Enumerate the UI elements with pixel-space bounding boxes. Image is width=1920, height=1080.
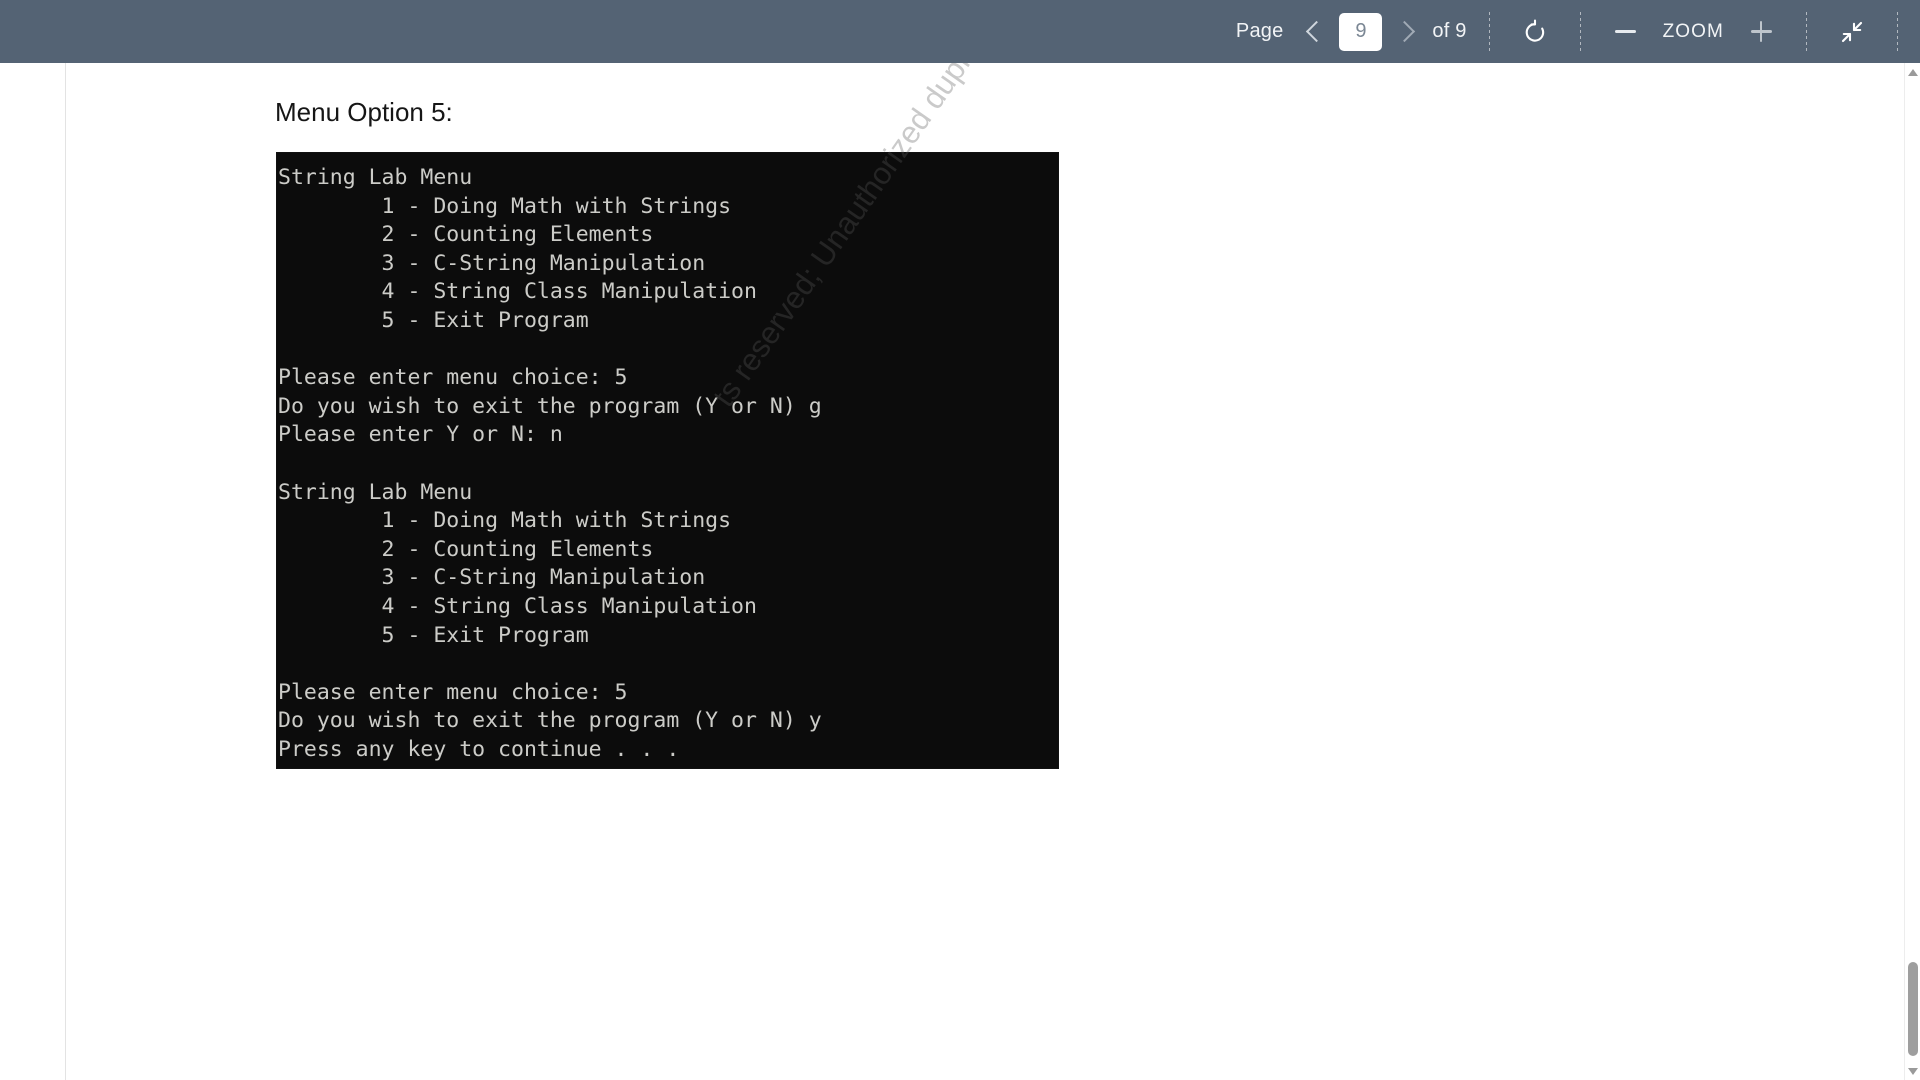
chevron-right-icon: [1394, 20, 1416, 43]
toolbar-divider: [1579, 11, 1581, 52]
terminal-line: 2 - Counting Elements: [278, 536, 654, 562]
terminal-line: 2 - Counting Elements: [278, 222, 654, 248]
terminal-line: 5 - Exit Program: [278, 307, 589, 333]
plus-icon: [1750, 21, 1772, 42]
scrollbar-thumb[interactable]: [1908, 962, 1918, 1056]
page-title: Menu Option 5:: [275, 97, 453, 127]
terminal-line: 5 - Exit Program: [278, 622, 589, 648]
vertical-scrollbar[interactable]: [1904, 63, 1920, 1080]
terminal-line: 1 - Doing Math with Strings: [278, 508, 732, 534]
toolbar-divider: [1488, 11, 1490, 52]
document-viewer: Menu Option 5: String Lab Menu 1 - Doing…: [0, 63, 1920, 1080]
scroll-up-button[interactable]: [1905, 63, 1920, 81]
zoom-out-button[interactable]: [1603, 10, 1649, 54]
page-number-input[interactable]: [1339, 12, 1383, 51]
chevron-left-icon: [1306, 20, 1328, 43]
terminal-line: Please enter Y or N: n: [278, 422, 563, 448]
toolbar-divider: [1897, 11, 1898, 52]
scroll-down-arrow-icon: [1908, 1067, 1918, 1075]
terminal-line: Please enter menu choice: 5: [278, 679, 628, 705]
terminal-line: 3 - C-String Manipulation: [278, 250, 706, 276]
terminal-output-image: String Lab Menu 1 - Doing Math with Stri…: [276, 152, 1059, 769]
toolbar-divider: [1806, 11, 1807, 52]
zoom-in-button[interactable]: [1738, 10, 1784, 54]
zoom-label: ZOOM: [1662, 20, 1724, 42]
total-pages-label: of 9: [1432, 20, 1467, 42]
rotate-icon: [1525, 19, 1544, 42]
terminal-line: String Lab Menu: [278, 165, 473, 190]
collapse-fullscreen-icon: [1841, 21, 1863, 42]
page-navigation-group: Page of 9: [1236, 0, 1467, 63]
previous-page-button[interactable]: [1295, 12, 1333, 52]
terminal-line: 4 - String Class Manipulation: [278, 593, 757, 619]
viewer-toolbar: Page of 9 ZOOM: [0, 0, 1920, 63]
terminal-line: Press any key to continue . . .: [278, 736, 680, 762]
scroll-down-button[interactable]: [1905, 1062, 1920, 1080]
terminal-line: 1 - Doing Math with Strings: [278, 193, 732, 219]
terminal-line: 3 - C-String Manipulation: [278, 565, 706, 591]
zoom-controls-group: ZOOM: [1603, 0, 1784, 63]
terminal-line: Do you wish to exit the program (Y or N)…: [278, 708, 822, 734]
page-gutter: [0, 63, 66, 1080]
scroll-up-arrow-icon: [1908, 68, 1918, 76]
page-label: Page: [1235, 20, 1284, 42]
rotate-button[interactable]: [1512, 10, 1558, 54]
minus-icon: [1615, 30, 1637, 33]
collapse-fullscreen-button[interactable]: [1829, 10, 1875, 54]
terminal-line: String Lab Menu: [278, 479, 473, 505]
next-page-button[interactable]: [1388, 12, 1426, 52]
terminal-line: 4 - String Class Manipulation: [278, 279, 757, 305]
terminal-line: Please enter menu choice: 5: [278, 365, 628, 391]
terminal-lines: String Lab Menu 1 - Doing Math with Stri…: [277, 164, 1058, 764]
document-page: Menu Option 5: String Lab Menu 1 - Doing…: [66, 63, 1904, 1080]
terminal-line: Do you wish to exit the program (Y or N)…: [278, 393, 822, 419]
